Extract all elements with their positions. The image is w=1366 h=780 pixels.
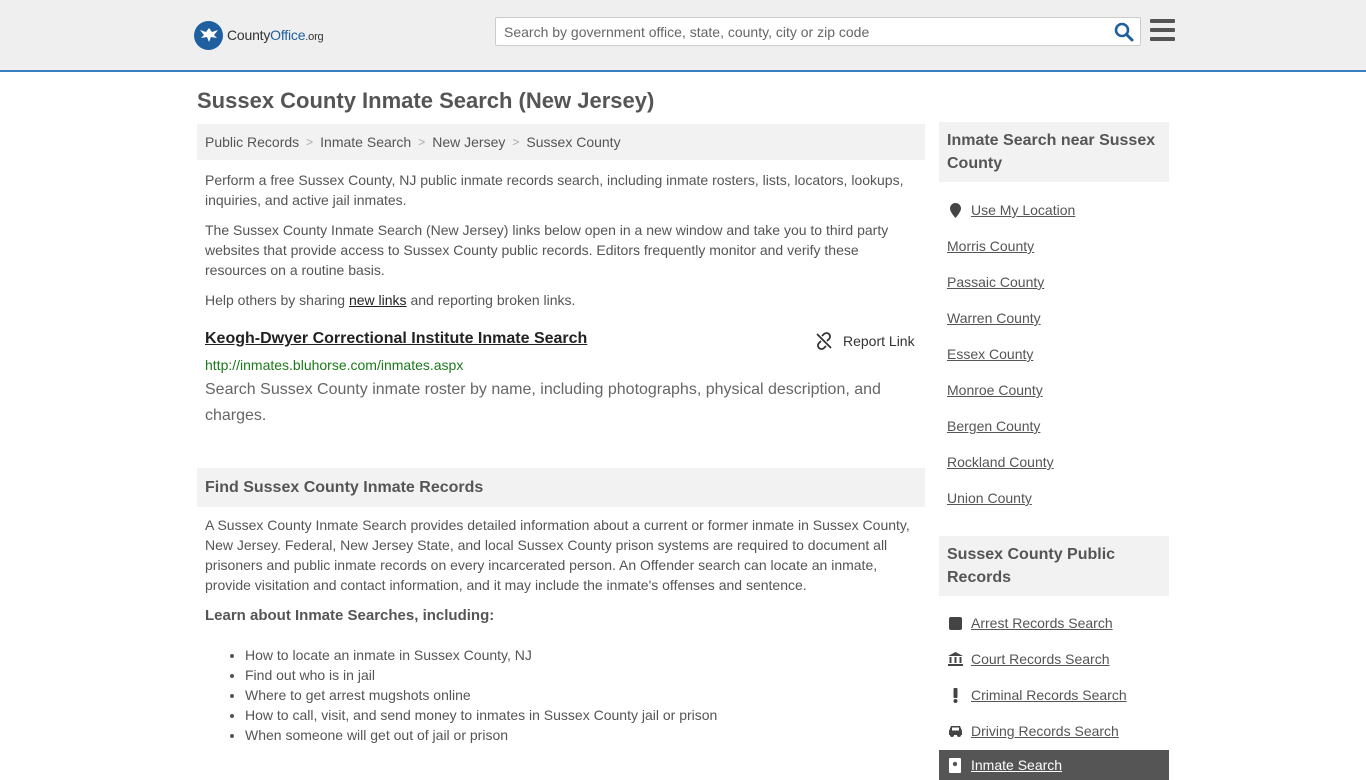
page-title: Sussex County Inmate Search (New Jersey) <box>197 88 655 113</box>
report-link-label: Report Link <box>843 333 915 349</box>
hamburger-menu-icon[interactable] <box>1150 19 1175 41</box>
breadcrumb-separator-icon: > <box>512 135 520 149</box>
result-description: Search Sussex County inmate roster by na… <box>205 381 881 424</box>
eagle-logo-icon <box>194 20 223 50</box>
share-paragraph: Help others by sharing new links and rep… <box>205 292 576 308</box>
result-url: http://inmates.bluhorse.com/inmates.aspx <box>205 357 464 373</box>
nearby-county-link[interactable]: Morris County <box>947 238 1034 254</box>
list-item: How to call, visit, and send money to in… <box>245 705 717 725</box>
list-item: When someone will get out of jail or pri… <box>245 725 717 745</box>
nearby-county-link[interactable]: Union County <box>947 490 1032 506</box>
new-links-link[interactable]: new links <box>349 292 407 308</box>
search-icon[interactable] <box>1114 22 1134 42</box>
search-bar <box>495 17 1141 46</box>
list-item: Where to get arrest mugshots online <box>245 685 717 705</box>
nearby-county-link[interactable]: Rockland County <box>947 454 1054 470</box>
breadcrumb: Public Records > Inmate Search > New Jer… <box>197 124 925 160</box>
square-icon <box>947 616 963 630</box>
breadcrumb-current: Sussex County <box>526 134 621 150</box>
map-pin-icon <box>947 202 963 218</box>
nearby-county-link[interactable]: Bergen County <box>947 418 1040 434</box>
disclaimer-paragraph: The Sussex County Inmate Search (New Jer… <box>205 222 889 278</box>
arrest-records-link[interactable]: Arrest Records Search <box>947 615 1113 631</box>
logo-wordmark: CountyOffice.org <box>227 27 324 43</box>
use-my-location-link[interactable]: Use My Location <box>947 202 1075 218</box>
records-section-body: A Sussex County Inmate Search provides d… <box>205 517 910 593</box>
nearby-county-link[interactable]: Passaic County <box>947 274 1044 290</box>
exclamation-icon <box>947 687 963 703</box>
breadcrumb-public-records[interactable]: Public Records <box>205 134 299 150</box>
site-logo[interactable]: CountyOffice.org <box>194 20 324 50</box>
nearby-county-link[interactable]: Warren County <box>947 310 1041 326</box>
site-header: CountyOffice.org <box>0 0 1366 72</box>
learn-list: How to locate an inmate in Sussex County… <box>245 645 717 745</box>
id-badge-icon <box>947 757 963 773</box>
criminal-records-link[interactable]: Criminal Records Search <box>947 687 1127 703</box>
result-title-link[interactable]: Keogh-Dwyer Correctional Institute Inmat… <box>205 330 587 348</box>
nearby-heading: Inmate Search near Sussex County <box>939 122 1169 182</box>
inmate-search-link-active[interactable]: Inmate Search <box>939 750 1169 780</box>
list-item: How to locate an inmate in Sussex County… <box>245 645 717 665</box>
broken-link-icon <box>816 332 832 350</box>
nearby-county-link[interactable]: Monroe County <box>947 382 1043 398</box>
public-records-heading: Sussex County Public Records <box>939 536 1169 596</box>
courthouse-icon <box>947 652 963 666</box>
driving-records-link[interactable]: Driving Records Search <box>947 723 1119 739</box>
learn-heading: Learn about Inmate Searches, including: <box>205 607 495 624</box>
list-item: Find out who is in jail <box>245 665 717 685</box>
breadcrumb-new-jersey[interactable]: New Jersey <box>432 134 505 150</box>
breadcrumb-separator-icon: > <box>306 135 314 149</box>
records-section-heading: Find Sussex County Inmate Records <box>197 468 925 507</box>
report-link-button[interactable]: Report Link <box>815 332 915 350</box>
intro-paragraph: Perform a free Sussex County, NJ public … <box>205 172 904 208</box>
nearby-county-link[interactable]: Essex County <box>947 346 1033 362</box>
search-input[interactable] <box>496 18 1096 45</box>
car-icon <box>947 725 963 737</box>
breadcrumb-separator-icon: > <box>418 135 426 149</box>
court-records-link[interactable]: Court Records Search <box>947 651 1110 667</box>
breadcrumb-inmate-search[interactable]: Inmate Search <box>320 134 411 150</box>
